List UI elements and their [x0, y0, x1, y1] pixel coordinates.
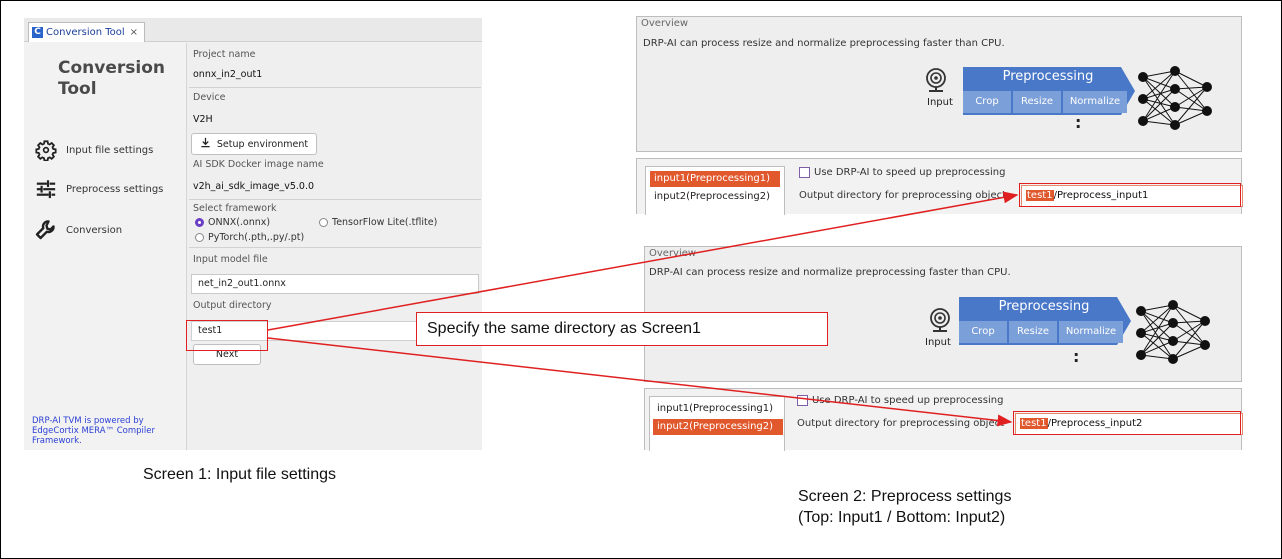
caption-screen1: Screen 1: Input file settings	[143, 466, 336, 483]
callout-text: Specify the same directory as Screen1	[416, 312, 828, 346]
arrow-to-screen2-top	[267, 191, 1019, 331]
arrow-to-screen2-bottom	[267, 337, 1013, 427]
caption-screen2-line2: (Top: Input1 / Bottom: Input2)	[798, 509, 1006, 526]
caption-screen2-line1: Screen 2: Preprocess settings	[798, 488, 1012, 505]
